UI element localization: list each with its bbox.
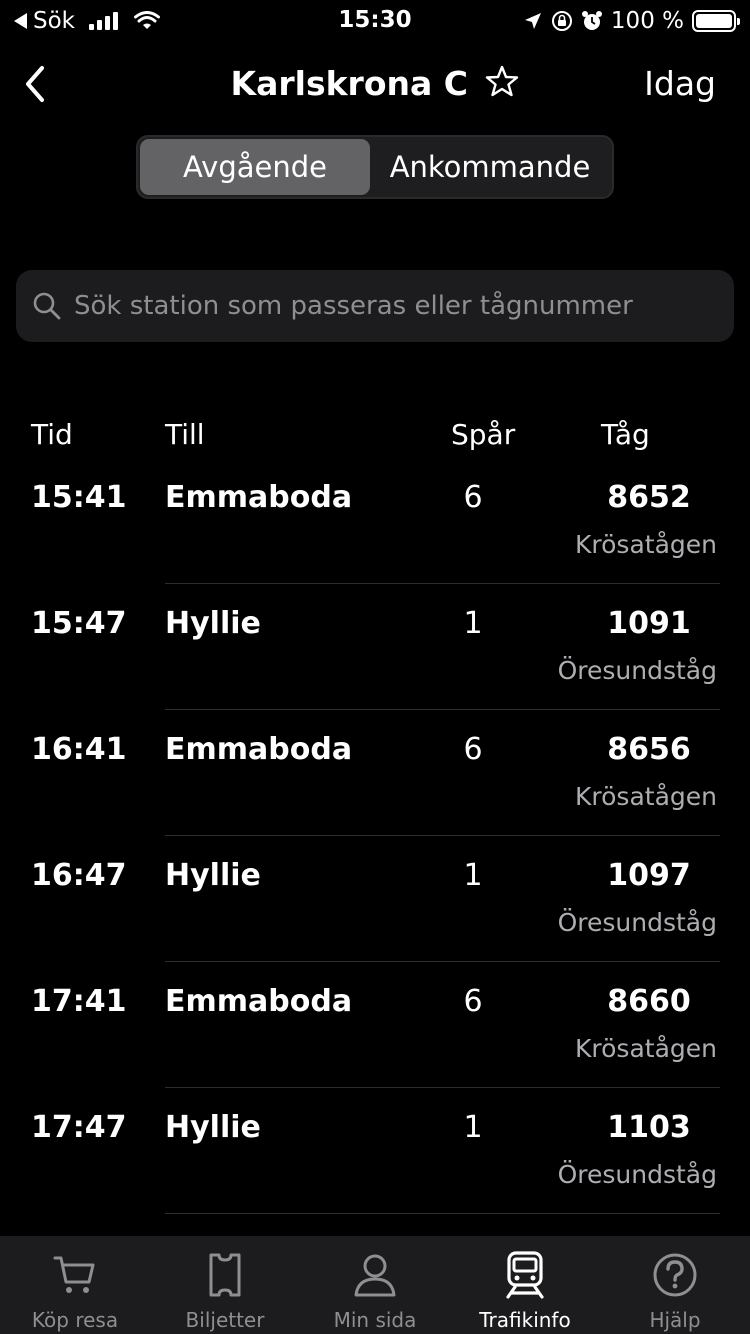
departure-row[interactable]: 15:41 Emmaboda 6 8652 Krösatågen bbox=[0, 458, 750, 584]
tab-bar: Köp resa Biljetter Min sida Trafikinfo H… bbox=[0, 1236, 750, 1334]
destination: Hyllie bbox=[165, 606, 261, 641]
train-operator: Krösatågen bbox=[575, 530, 717, 559]
search-input[interactable] bbox=[74, 291, 714, 321]
departures-table-header: Tid Till Spår Tåg bbox=[0, 418, 750, 458]
date-selector-button[interactable]: Idag bbox=[644, 64, 716, 103]
tab-traffic-info[interactable]: Trafikinfo bbox=[450, 1236, 600, 1334]
alarm-icon bbox=[581, 11, 602, 30]
departure-time: 17:47 bbox=[31, 1110, 127, 1145]
track-number: 1 bbox=[463, 858, 483, 893]
tab-help[interactable]: Hjälp bbox=[600, 1236, 750, 1334]
header-train: Tåg bbox=[601, 418, 650, 451]
person-icon bbox=[354, 1254, 396, 1297]
favorite-star-icon[interactable] bbox=[485, 65, 519, 97]
location-arrow-icon bbox=[524, 13, 541, 29]
track-number: 6 bbox=[463, 984, 483, 1019]
direction-segmented-control: Avgående Ankommande bbox=[136, 135, 614, 199]
train-number: 1097 bbox=[607, 858, 691, 893]
search-field[interactable] bbox=[16, 270, 734, 342]
orientation-lock-icon bbox=[551, 11, 572, 31]
departure-time: 15:41 bbox=[31, 480, 127, 515]
track-number: 1 bbox=[463, 606, 483, 641]
train-number: 8652 bbox=[607, 480, 691, 515]
segment-departing[interactable]: Avgående bbox=[140, 139, 370, 195]
train-operator: Krösatågen bbox=[575, 782, 717, 811]
destination: Hyllie bbox=[165, 858, 261, 893]
departure-row[interactable]: 16:41 Emmaboda 6 8656 Krösatågen bbox=[0, 710, 750, 836]
departure-row[interactable]: 15:47 Hyllie 1 1091 Öresundståg bbox=[0, 584, 750, 710]
tab-label: Biljetter bbox=[185, 1308, 265, 1332]
departure-time: 17:41 bbox=[31, 984, 127, 1019]
track-number: 6 bbox=[463, 732, 483, 767]
status-bar: Sök 15:30 100 % bbox=[0, 0, 750, 40]
departure-row[interactable]: 17:41 Emmaboda 6 8660 Krösatågen bbox=[0, 962, 750, 1088]
departure-row[interactable]: 17:47 Hyllie 1 1103 Öresundståg bbox=[0, 1088, 750, 1214]
train-operator: Krösatågen bbox=[575, 1034, 717, 1063]
track-number: 1 bbox=[463, 1110, 483, 1145]
tab-label: Min sida bbox=[333, 1308, 417, 1332]
departure-time: 16:47 bbox=[31, 858, 127, 893]
help-icon bbox=[653, 1253, 697, 1297]
segment-arriving[interactable]: Ankommande bbox=[370, 139, 610, 195]
train-number: 1103 bbox=[607, 1110, 691, 1145]
battery-percentage: 100 % bbox=[610, 8, 684, 34]
page-title: Karlskrona C bbox=[0, 64, 750, 103]
header-track: Spår bbox=[451, 418, 516, 451]
departure-time: 15:47 bbox=[31, 606, 127, 641]
departures-list: 15:41 Emmaboda 6 8652 Krösatågen 15:47 H… bbox=[0, 458, 750, 1214]
battery-icon bbox=[692, 10, 740, 32]
tab-buy-trip[interactable]: Köp resa bbox=[0, 1236, 150, 1334]
destination: Emmaboda bbox=[165, 480, 353, 515]
departure-row[interactable]: 16:47 Hyllie 1 1097 Öresundståg bbox=[0, 836, 750, 962]
destination: Emmaboda bbox=[165, 732, 353, 767]
navigation-bar: Karlskrona C Idag bbox=[0, 50, 750, 120]
train-operator: Öresundståg bbox=[557, 908, 717, 937]
train-number: 8656 bbox=[607, 732, 691, 767]
train-number: 8660 bbox=[607, 984, 691, 1019]
status-right: 100 % bbox=[523, 8, 740, 34]
station-name: Karlskrona C bbox=[230, 64, 468, 103]
cart-icon bbox=[53, 1256, 95, 1293]
tab-tickets[interactable]: Biljetter bbox=[150, 1236, 300, 1334]
header-destination: Till bbox=[165, 418, 205, 451]
tab-label: Hjälp bbox=[649, 1308, 701, 1332]
header-time: Tid bbox=[31, 418, 73, 451]
train-operator: Öresundståg bbox=[557, 656, 717, 685]
destination: Emmaboda bbox=[165, 984, 353, 1019]
ticket-icon bbox=[209, 1253, 241, 1297]
train-operator: Öresundståg bbox=[557, 1160, 717, 1189]
destination: Hyllie bbox=[165, 1110, 261, 1145]
track-number: 6 bbox=[463, 480, 483, 515]
search-icon bbox=[33, 292, 61, 320]
departure-time: 16:41 bbox=[31, 732, 127, 767]
tab-label: Trafikinfo bbox=[479, 1308, 571, 1332]
train-icon bbox=[506, 1251, 544, 1299]
train-number: 1091 bbox=[607, 606, 691, 641]
tab-my-page[interactable]: Min sida bbox=[300, 1236, 450, 1334]
tab-label: Köp resa bbox=[31, 1308, 119, 1332]
